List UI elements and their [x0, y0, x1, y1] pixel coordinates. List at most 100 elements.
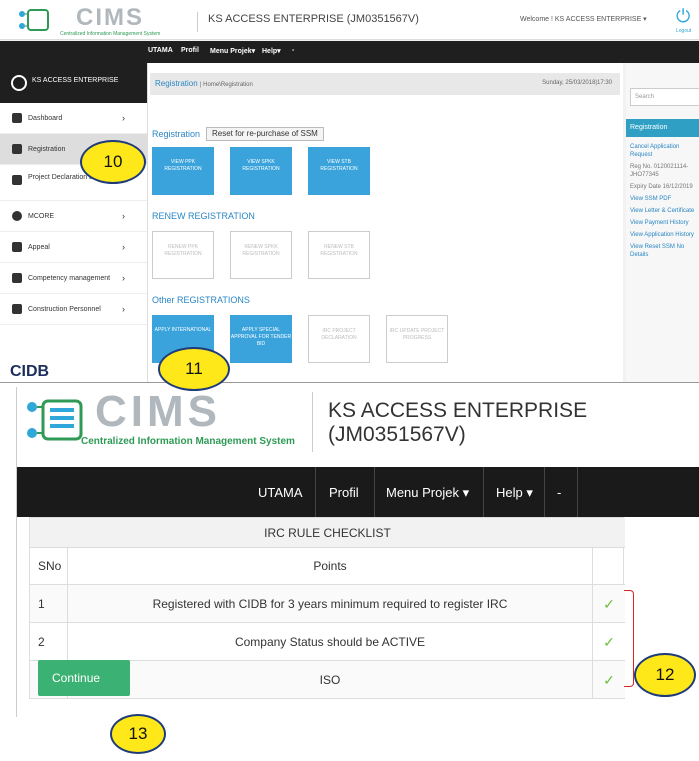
section-other: Other REGISTRATIONS — [152, 295, 250, 305]
appeal-icon — [12, 242, 22, 252]
view-payment-history-link[interactable]: View Payment History — [630, 219, 699, 227]
nav-separator — [577, 467, 578, 517]
row-sno: 2 — [30, 623, 68, 660]
view-stb-tile[interactable]: VIEW STB REGISTRATION — [308, 147, 370, 195]
sidebar-item-label: Construction Personnel — [28, 306, 101, 313]
dashboard-icon — [12, 113, 22, 123]
sidebar: KS ACCESS ENTERPRISE Dashboard › Registr… — [0, 63, 148, 382]
table-row: 2 Company Status should be ACTIVE ✓ — [30, 623, 625, 661]
nav-utama[interactable]: UTAMA — [258, 485, 303, 500]
right-panel: Search Registration Cancel Application R… — [626, 63, 699, 382]
sidebar-item-label: MCORE — [28, 213, 55, 220]
apply-special-approval-tile[interactable]: APPLY SPECIAL APPROVAL FOR TENDER BID — [230, 315, 292, 363]
sidebar-item-dashboard[interactable]: Dashboard › — [0, 103, 147, 134]
table-header: SNo Points — [30, 548, 625, 585]
row-point: Company Status should be ACTIVE — [68, 623, 593, 660]
cims-emblem-icon — [19, 9, 49, 31]
nav-help[interactable]: Help▾ — [262, 47, 281, 55]
sidebar-item-label: Appeal — [28, 244, 50, 251]
logo-subtitle: Centralized Information Management Syste… — [81, 436, 295, 447]
page-title: Registration — [155, 79, 198, 88]
chevron-right-icon: › — [122, 273, 125, 283]
logo-title: CIMS — [76, 4, 144, 31]
renew-ppk-tile[interactable]: RENEW PPK REGISTRATION — [152, 231, 214, 279]
nav-separator — [315, 467, 316, 517]
sidebar-item-appeal[interactable]: Appeal › — [0, 232, 147, 263]
cancel-application-link[interactable]: Cancel Application Request — [630, 143, 699, 159]
nav-profil[interactable]: Profil — [181, 47, 199, 54]
sidebar-item-label: Competency management — [28, 275, 111, 282]
date-time: Sunday, 25/03/2018|17:30 — [542, 80, 612, 86]
registration-screenshot: CIMS Centralized Information Management … — [0, 0, 699, 383]
renew-spkk-tile[interactable]: RENEW SPKK REGISTRATION — [230, 231, 292, 279]
irc-checklist-screenshot: CIMS Centralized Information Management … — [16, 387, 699, 717]
welcome-menu[interactable]: Welcome ! KS ACCESS ENTERPRISE ▾ — [520, 15, 647, 23]
view-letter-link[interactable]: View Letter & Certificate — [630, 207, 699, 215]
nav-menu-projek[interactable]: Menu Projek ▾ — [386, 485, 469, 501]
breadcrumb-path[interactable]: | Home\Registration — [200, 82, 253, 88]
sidebar-item-mcore[interactable]: MCORE › — [0, 201, 147, 232]
section-renew: RENEW REGISTRATION — [152, 211, 255, 221]
nav-help[interactable]: Help ▾ — [496, 485, 533, 501]
callout-11: 11 — [158, 347, 230, 391]
checklist-bracket — [624, 590, 634, 687]
nav-dash[interactable]: - — [557, 485, 561, 500]
search-input[interactable]: Search — [630, 88, 699, 106]
sidebar-item-construction-personnel[interactable]: Construction Personnel › — [0, 294, 147, 325]
project-icon — [12, 175, 22, 185]
sidebar-item-label: Dashboard — [28, 115, 63, 122]
view-spkk-tile[interactable]: VIEW SPKK REGISTRATION — [230, 147, 292, 195]
irc-update-progress-tile[interactable]: IRC UPDATE PROJECT PROGRESS — [386, 315, 448, 363]
row-sno: 1 — [30, 585, 68, 622]
cims-logo: CIMS Centralized Information Management … — [18, 4, 168, 38]
top-nav: UTAMA Profil Menu Projek▾ Help▾ - — [0, 41, 699, 63]
chevron-right-icon: › — [122, 304, 125, 314]
check-icon: ✓ — [603, 596, 615, 612]
header-divider — [312, 392, 313, 452]
view-ppk-tile[interactable]: VIEW PPK REGISTRATION — [152, 147, 214, 195]
view-ssm-pdf-link[interactable]: View SSM PDF — [630, 195, 699, 203]
cims-emblem-icon — [27, 399, 83, 441]
cidb-logo: CIDB — [10, 363, 50, 380]
company-name: KS ACCESS ENTERPRISE (JM0351567V) — [197, 12, 419, 32]
gear-icon — [12, 211, 22, 221]
chevron-right-icon: › — [122, 242, 125, 252]
reg-no: Reg No. 0120021114-JHO77345 — [630, 164, 689, 178]
chevron-right-icon: › — [122, 211, 125, 221]
chevron-right-icon: › — [122, 113, 125, 123]
user-box: KS ACCESS ENTERPRISE — [0, 63, 147, 103]
continue-button[interactable]: Continue — [38, 660, 130, 696]
user-name: KS ACCESS ENTERPRISE — [32, 77, 119, 84]
irc-project-declaration-tile[interactable]: IRC PROJECT DECLARATION — [308, 315, 370, 363]
check-icon: ✓ — [603, 672, 615, 688]
view-reset-ssm-link[interactable]: View Reset SSM No Details — [630, 243, 699, 259]
section-registration: Registration — [152, 129, 201, 139]
nav-separator — [374, 467, 375, 517]
view-application-history-link[interactable]: View Application History — [630, 231, 699, 239]
main-content: Registration | Home\Registration Sunday,… — [148, 63, 623, 382]
nav-separator — [544, 467, 545, 517]
check-icon: ✓ — [603, 634, 615, 650]
nav-menu-projek[interactable]: Menu Projek▾ — [210, 47, 255, 55]
document-icon — [12, 273, 22, 283]
reset-ssm-button[interactable]: Reset for re-purchase of SSM — [206, 127, 324, 141]
checklist-title: IRC RULE CHECKLIST — [30, 518, 625, 548]
renew-stb-tile[interactable]: RENEW STB REGISTRATION — [308, 231, 370, 279]
top-header: CIMS Centralized Information Management … — [0, 0, 699, 40]
logo-subtitle: Centralized Information Management Syste… — [60, 31, 161, 37]
nav-separator — [483, 467, 484, 517]
callout-13: 13 — [110, 714, 166, 754]
row-point: ISO — [68, 661, 593, 698]
callout-10: 10 — [80, 140, 146, 184]
logout-label[interactable]: Logout — [676, 28, 691, 34]
breadcrumb: Registration | Home\Registration Sunday,… — [150, 73, 620, 95]
col-points: Points — [68, 548, 593, 584]
nav-profil[interactable]: Profil — [329, 485, 359, 500]
nav-utama[interactable]: UTAMA — [148, 47, 173, 54]
logout-icon[interactable]: ⏻ — [676, 6, 690, 27]
sidebar-item-competency[interactable]: Competency management › — [0, 263, 147, 294]
right-panel-header: Registration — [626, 119, 699, 137]
nav-dash[interactable]: - — [292, 47, 294, 54]
avatar — [11, 75, 27, 91]
right-panel-links: Cancel Application Request Reg No. 01200… — [630, 143, 699, 263]
